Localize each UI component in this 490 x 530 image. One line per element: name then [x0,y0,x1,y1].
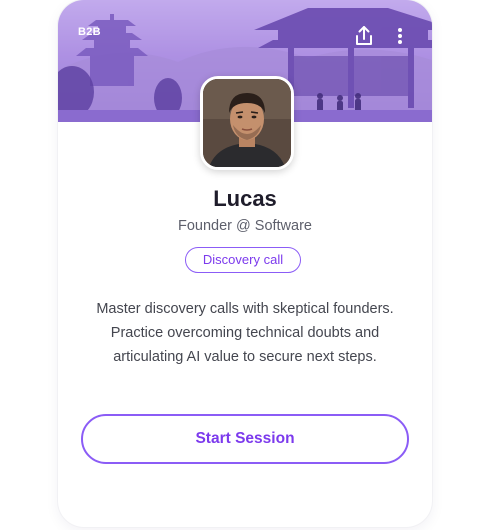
avatar [200,76,294,170]
scenario-card: B2B Lucas Founder @ Software Discovery c… [58,0,432,527]
start-session-button[interactable]: Start Session [81,414,409,464]
share-button[interactable] [352,24,376,48]
more-options-button[interactable] [392,24,408,48]
persona-role: Founder @ Software [177,218,312,234]
share-icon [356,26,372,45]
scenario-badge: Discovery call [185,247,301,273]
more-vertical-icon [398,28,402,44]
category-tag: B2B [78,26,101,38]
scenario-description: Master discovery calls with skeptical fo… [96,301,394,365]
persona-name: Lucas [213,186,277,211]
